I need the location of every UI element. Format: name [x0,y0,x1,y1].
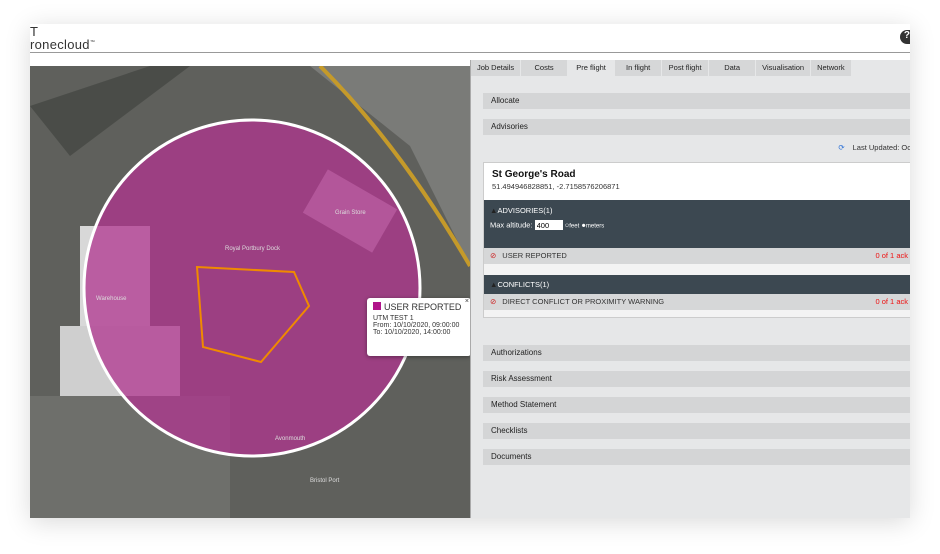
section-risk-assessment[interactable]: Risk Assessment [483,371,910,387]
ack-status: 0 of 1 ack [875,251,908,260]
section-documents[interactable]: Documents [483,449,910,465]
popup-name: UTM TEST 1 [373,315,414,322]
map-label: Warehouse [96,296,127,302]
map-label: Royal Portbury Dock [225,246,281,252]
last-updated-text: Last Updated: Oc [852,143,910,152]
popup-to: To: 10/10/2020, 14:00:00 [373,329,451,336]
tab-post-flight[interactable]: Post flight [662,60,709,76]
altitude-label: Max altitude: [490,220,533,230]
logo-name: ronecloud [30,37,90,52]
prohibited-icon: ⊘ [490,251,497,260]
map-label: Avonmouth [275,436,306,442]
unit-feet: feet [569,223,580,230]
location-name: St George's Road [492,169,576,180]
popup-title: USER REPORTED [384,302,462,312]
tab-costs[interactable]: Costs [521,60,568,76]
prohibited-icon: ⊘ [490,297,497,306]
tab-bar: Job Details Costs Pre flight In flight P… [471,60,910,76]
altitude-input[interactable] [534,220,563,230]
help-icon[interactable]: ? [900,30,910,44]
section-allocate[interactable]: Allocate [483,93,910,109]
logo-text: ronecloud™ [30,37,95,52]
conflict-item[interactable]: ⊘ DIRECT CONFLICT OR PROXIMITY WARNING 0 o… [484,294,910,310]
popup-from: From: 10/10/2020, 09:00:00 [373,322,460,329]
tab-pre-flight[interactable]: Pre flight [568,60,615,76]
conflict-label: DIRECT CONFLICT OR PROXIMITY WARNING [502,297,665,306]
map-popup: USER REPORTED UTM TEST 1 From: 10/10/202… [367,298,470,356]
tab-network[interactable]: Network [811,60,851,76]
tab-in-flight[interactable]: In flight [615,60,662,76]
zone-swatch [373,302,381,310]
tab-data[interactable]: Data [709,60,756,76]
map-label: Grain Store [335,210,366,216]
advisory-box: St George's Road 51.494946828851, -2.715… [483,162,910,318]
advisory-label: USER REPORTED [502,251,567,260]
section-checklists[interactable]: Checklists [483,423,910,439]
section-method-statement[interactable]: Method Statement [483,397,910,413]
advisory-item[interactable]: ⊘ USER REPORTED 0 of 1 ack [484,248,910,264]
tab-visualisation[interactable]: Visualisation [756,60,811,76]
advisories-header: ▲ADVISORIES(1) Max altitude: ○feet ●mete… [484,200,910,248]
advisories-title: ADVISORIES(1) [497,206,553,215]
logo-tm: ™ [89,39,96,46]
map-label: Bristol Port [310,478,340,484]
conflicts-header: ▲CONFLICTS(1) [484,275,910,294]
map-canvas [30,66,470,518]
app-window: T ronecloud™ ? Royal Portbury Dock Wareh… [30,24,910,518]
close-icon[interactable]: × [465,298,469,305]
map[interactable]: Royal Portbury Dock Warehouse Grain Stor… [30,66,470,518]
conflicts-title: CONFLICTS(1) [497,280,550,289]
ack-status: 0 of 1 ack [875,297,908,306]
location-coords: 51.494946828851, -2.7158576206871 [492,182,620,191]
last-updated: ⟳ Last Updated: Oc [838,143,910,152]
refresh-icon[interactable]: ⟳ [838,143,844,152]
tab-job-details[interactable]: Job Details [471,60,521,76]
section-advisories[interactable]: Advisories [483,119,910,135]
section-authorizations[interactable]: Authorizations [483,345,910,361]
job-panel: Job Details Costs Pre flight In flight P… [470,60,910,518]
unit-meters: meters [585,223,605,230]
advisory-zone [82,118,422,458]
header: T ronecloud™ ? [30,24,910,53]
